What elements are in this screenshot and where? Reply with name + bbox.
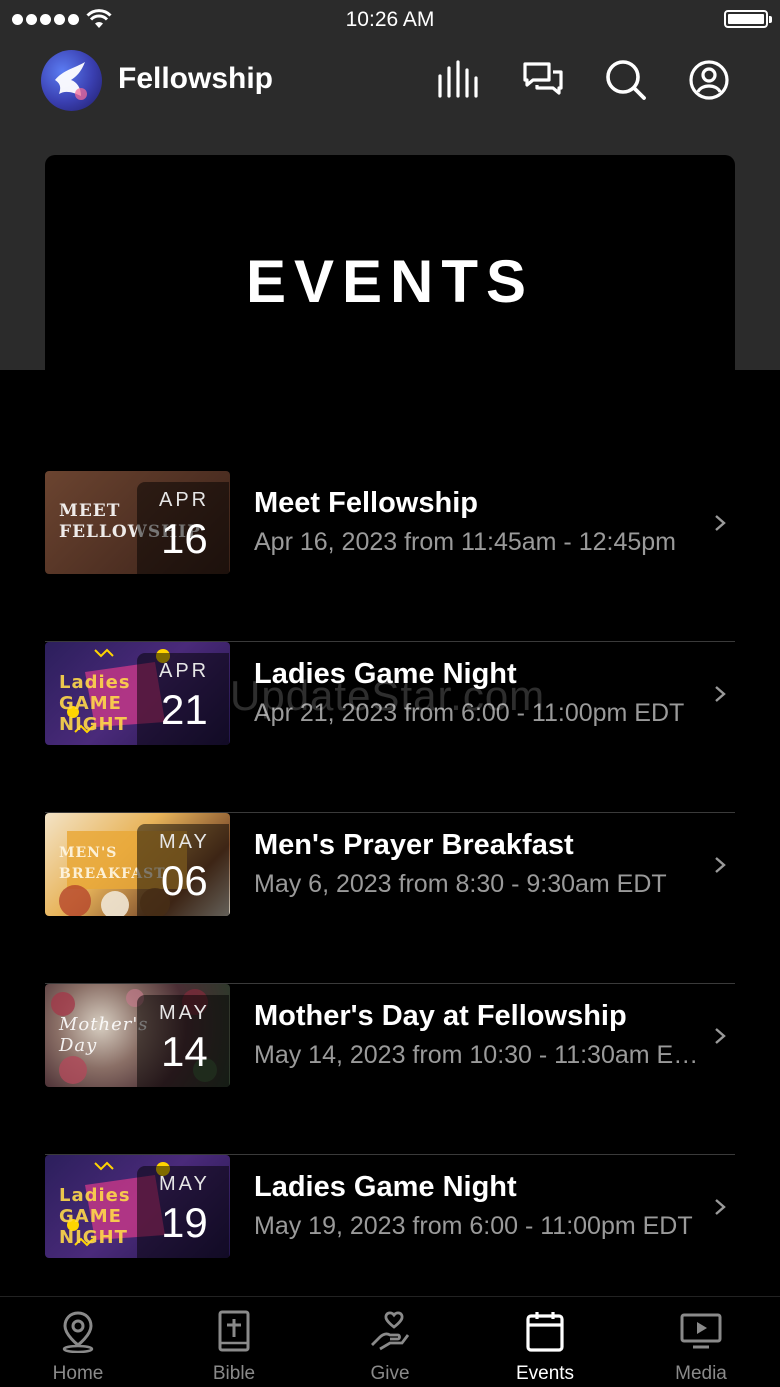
- status-time: 10:26 AM: [345, 8, 435, 31]
- event-title: Meet Fellowship: [254, 487, 478, 519]
- chevron-right-icon: [715, 1199, 726, 1215]
- event-datetime: May 19, 2023 from 6:00 - 11:00pm EDT: [254, 1212, 693, 1240]
- tab-label: Home: [52, 1363, 104, 1384]
- chevron-right-icon: [715, 857, 726, 873]
- event-thumbnail: Ladies GAME NIGHT APR 21: [45, 642, 230, 745]
- app-title: Fellowship: [118, 62, 274, 95]
- status-bar: 10:26 AM: [0, 0, 780, 40]
- tab-media[interactable]: Media: [623, 1297, 779, 1387]
- event-row[interactable]: MEET FELLOWSHIP APR 16 Meet Fellowship A…: [45, 471, 735, 642]
- event-title: Men's Prayer Breakfast: [254, 829, 574, 861]
- event-month: APR: [159, 489, 210, 511]
- app-logo[interactable]: [41, 50, 102, 111]
- event-thumbnail: MEET FELLOWSHIP APR 16: [45, 471, 230, 574]
- tab-events[interactable]: Events: [467, 1297, 623, 1387]
- tab-label: Events: [515, 1363, 575, 1384]
- location-pin-icon: [62, 1311, 94, 1353]
- event-row[interactable]: Ladies GAME NIGHT APR 21 Ladies Game Nig…: [45, 642, 735, 813]
- chevron-right-icon: [715, 515, 726, 531]
- calendar-icon: [526, 1312, 564, 1352]
- event-month: APR: [159, 660, 210, 682]
- tab-bible[interactable]: Bible: [156, 1297, 312, 1387]
- event-datetime: Apr 16, 2023 from 11:45am - 12:45pm: [254, 528, 676, 556]
- watermark: UpdateStar.com: [230, 672, 546, 719]
- event-datetime: May 6, 2023 from 8:30 - 9:30am EDT: [254, 870, 667, 898]
- profile-icon[interactable]: [687, 58, 731, 102]
- chevron-right-icon: [715, 686, 726, 702]
- audio-bars-icon[interactable]: [437, 58, 481, 102]
- events-list: MEET FELLOWSHIP APR 16 Meet Fellowship A…: [45, 471, 735, 1326]
- tab-home[interactable]: Home: [0, 1297, 156, 1387]
- event-month: MAY: [159, 1173, 210, 1195]
- chevron-right-icon: [715, 1028, 726, 1044]
- event-thumbnail: Mother's Day MAY 14: [45, 984, 230, 1087]
- battery-icon: [724, 10, 772, 28]
- tab-label: Give: [370, 1363, 410, 1384]
- app-header: Fellowship EVENTS: [0, 40, 780, 485]
- event-day: 16: [161, 515, 208, 562]
- tab-label: Bible: [212, 1363, 256, 1384]
- event-day: 21: [161, 686, 208, 733]
- events-banner: EVENTS: [45, 155, 735, 485]
- thumbnail-text: Mother's Day: [59, 1014, 149, 1056]
- event-row[interactable]: Mother's Day MAY 14 Mother's Day at Fell…: [45, 984, 735, 1155]
- bottom-tab-bar: Home Bible Give Events Media: [0, 1296, 780, 1387]
- chat-bubbles-icon[interactable]: [521, 58, 565, 102]
- event-day: 06: [161, 857, 208, 904]
- event-day: 14: [161, 1028, 208, 1075]
- event-day: 19: [161, 1199, 208, 1246]
- search-icon[interactable]: [604, 58, 648, 102]
- tab-give[interactable]: Give: [312, 1297, 468, 1387]
- media-play-icon: [680, 1313, 722, 1349]
- banner-title: EVENTS: [245, 248, 535, 315]
- event-thumbnail: MEN'S BREAKFAST MAY 06: [45, 813, 230, 916]
- bible-icon: [218, 1310, 250, 1352]
- event-thumbnail: Ladies GAME NIGHT MAY 19: [45, 1155, 230, 1258]
- event-title: Mother's Day at Fellowship: [254, 1000, 627, 1032]
- event-title: Ladies Game Night: [254, 1171, 517, 1203]
- event-month: MAY: [159, 831, 210, 853]
- event-row[interactable]: MEN'S BREAKFAST MAY 06 Men's Prayer Brea…: [45, 813, 735, 984]
- tab-label: Media: [675, 1363, 727, 1384]
- give-heart-hand-icon: [371, 1311, 410, 1351]
- event-month: MAY: [159, 1002, 210, 1024]
- event-datetime: May 14, 2023 from 10:30 - 11:30am EDT: [254, 1041, 704, 1069]
